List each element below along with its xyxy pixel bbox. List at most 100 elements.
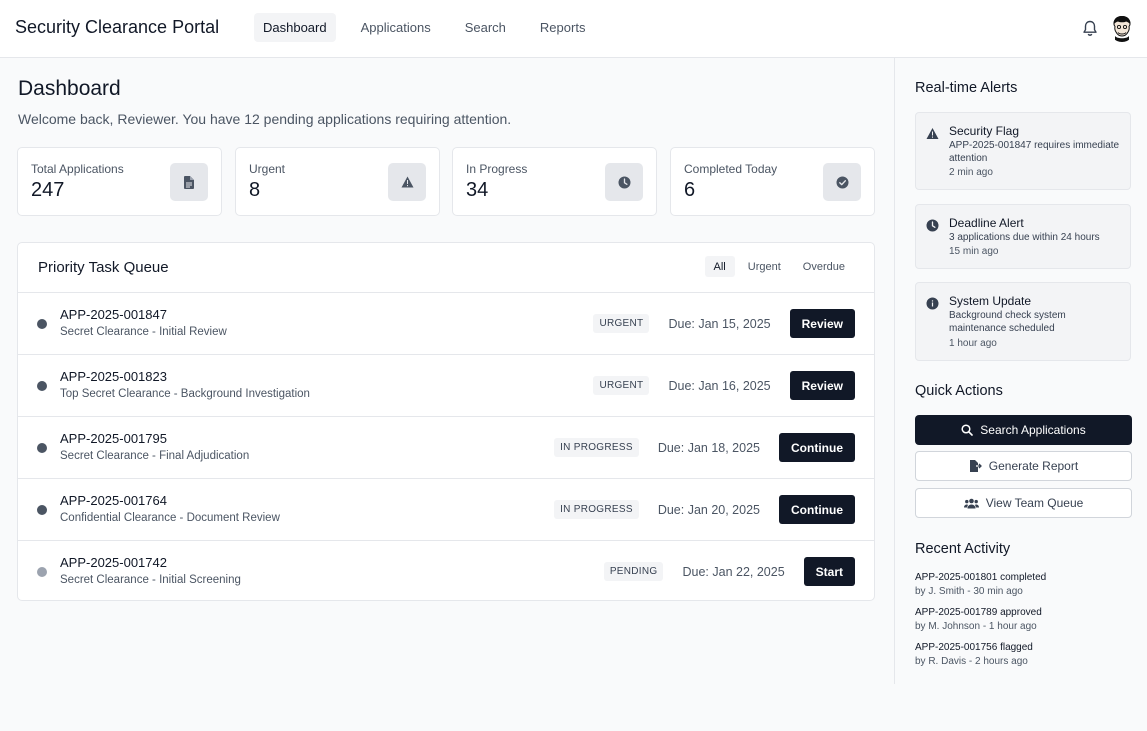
bell-icon[interactable] bbox=[1082, 20, 1098, 38]
status-dot bbox=[37, 567, 47, 577]
status-badge: URGENT bbox=[593, 376, 650, 395]
queue-row: APP-2025-001764 Confidential Clearance -… bbox=[18, 479, 874, 541]
nav-reports[interactable]: Reports bbox=[531, 13, 595, 42]
alert-title: Deadline Alert bbox=[949, 216, 1024, 230]
stat-card-urgent: Urgent 8 bbox=[235, 147, 440, 216]
start-button[interactable]: Start bbox=[803, 557, 855, 586]
stat-card-total: Total Applications 247 bbox=[17, 147, 222, 216]
activity-item: APP-2025-001756 flagged by R. Davis - 2 … bbox=[915, 642, 1033, 667]
status-badge: PENDING bbox=[603, 562, 664, 581]
alert-text: APP-2025-001847 requires immediate atten… bbox=[949, 140, 1120, 164]
status-dot bbox=[37, 381, 47, 391]
activity-title: APP-2025-001789 approved bbox=[915, 607, 1042, 618]
due-date: Due: Jan 15, 2025 bbox=[668, 316, 771, 331]
alert-time: 2 min ago bbox=[949, 167, 993, 178]
main-content: Dashboard Welcome back, Reviewer. You ha… bbox=[0, 58, 894, 684]
application-description: Secret Clearance - Initial Review bbox=[60, 326, 227, 338]
activity-item: APP-2025-001789 approved by M. Johnson -… bbox=[915, 607, 1042, 632]
review-button[interactable]: Review bbox=[789, 309, 855, 338]
queue-title: Priority Task Queue bbox=[38, 259, 169, 276]
alert-title: Security Flag bbox=[949, 124, 1020, 138]
file-export-icon bbox=[969, 460, 982, 472]
stat-label: In Progress bbox=[466, 162, 528, 176]
activity-item: APP-2025-001801 completed by J. Smith - … bbox=[915, 572, 1046, 597]
status-badge: IN PROGRESS bbox=[554, 438, 639, 457]
status-dot bbox=[37, 319, 47, 329]
activity-title: APP-2025-001801 completed bbox=[915, 572, 1047, 583]
application-id: APP-2025-001823 bbox=[60, 369, 167, 384]
status-badge: URGENT bbox=[593, 314, 650, 333]
alert-time: 1 hour ago bbox=[949, 338, 997, 349]
application-id: APP-2025-001742 bbox=[60, 555, 167, 570]
clock-icon bbox=[605, 163, 643, 201]
welcome-message: Welcome back, Reviewer. You have 12 pend… bbox=[18, 111, 512, 127]
due-date: Due: Jan 22, 2025 bbox=[682, 564, 785, 579]
queue-row: APP-2025-001847 Secret Clearance - Initi… bbox=[18, 293, 874, 355]
file-icon bbox=[170, 163, 208, 201]
application-description: Secret Clearance - Initial Screening bbox=[60, 574, 241, 586]
filter-overdue[interactable]: Overdue bbox=[794, 256, 854, 277]
nav-applications[interactable]: Applications bbox=[352, 13, 440, 42]
warning-icon bbox=[388, 163, 426, 201]
application-description: Secret Clearance - Final Adjudication bbox=[60, 450, 250, 462]
queue-filters: All Urgent Overdue bbox=[701, 256, 854, 277]
alert-text: 3 applications due within 24 hours bbox=[949, 232, 1100, 243]
user-avatar[interactable] bbox=[1109, 15, 1135, 42]
due-date: Due: Jan 20, 2025 bbox=[657, 502, 760, 517]
alerts-heading: Real-time Alerts bbox=[915, 80, 1018, 96]
quick-actions-heading: Quick Actions bbox=[915, 383, 1003, 399]
application-description: Top Secret Clearance - Background Invest… bbox=[60, 388, 310, 400]
stat-label: Completed Today bbox=[684, 162, 778, 176]
due-date: Due: Jan 16, 2025 bbox=[668, 378, 771, 393]
app-title: Security Clearance Portal bbox=[15, 17, 220, 37]
queue-row: APP-2025-001823 Top Secret Clearance - B… bbox=[18, 355, 874, 417]
stat-value: 247 bbox=[31, 179, 65, 201]
review-button[interactable]: Review bbox=[789, 371, 855, 400]
users-icon bbox=[963, 498, 979, 508]
alert-card[interactable]: Deadline Alert 3 applications due within… bbox=[915, 204, 1131, 269]
search-applications-button[interactable]: Search Applications bbox=[915, 415, 1132, 445]
stat-label: Urgent bbox=[249, 162, 286, 176]
nav-dashboard[interactable]: Dashboard bbox=[254, 13, 336, 42]
activity-meta: by J. Smith - 30 min ago bbox=[915, 586, 1023, 597]
activity-meta: by M. Johnson - 1 hour ago bbox=[915, 621, 1037, 632]
queue-row: APP-2025-001742 Secret Clearance - Initi… bbox=[18, 541, 874, 603]
queue-row: APP-2025-001795 Secret Clearance - Final… bbox=[18, 417, 874, 479]
search-icon bbox=[961, 424, 974, 436]
priority-task-queue: Priority Task Queue All Urgent Overdue A… bbox=[17, 242, 875, 601]
clock-icon bbox=[926, 219, 939, 232]
main-nav: Dashboard Applications Search Reports bbox=[254, 13, 604, 42]
info-icon bbox=[926, 297, 939, 310]
view-team-queue-button[interactable]: View Team Queue bbox=[915, 488, 1132, 518]
check-circle-icon bbox=[823, 163, 861, 201]
continue-button[interactable]: Continue bbox=[779, 433, 855, 462]
stat-label: Total Applications bbox=[31, 162, 124, 176]
button-label: View Team Queue bbox=[985, 496, 1084, 510]
warning-icon bbox=[926, 128, 939, 139]
due-date: Due: Jan 18, 2025 bbox=[657, 440, 760, 455]
stat-card-completed: Completed Today 6 bbox=[670, 147, 875, 216]
stat-value: 6 bbox=[684, 179, 696, 201]
top-navbar: Security Clearance Portal Dashboard Appl… bbox=[0, 0, 1147, 58]
alert-card[interactable]: System Update Background check system ma… bbox=[915, 282, 1131, 361]
filter-urgent[interactable]: Urgent bbox=[739, 256, 790, 277]
application-id: APP-2025-001764 bbox=[60, 493, 167, 508]
right-sidebar: Real-time Alerts Security Flag APP-2025-… bbox=[894, 58, 1147, 684]
continue-button[interactable]: Continue bbox=[779, 495, 855, 524]
activity-title: APP-2025-001756 flagged bbox=[915, 642, 1033, 653]
stat-card-in-progress: In Progress 34 bbox=[452, 147, 657, 216]
alert-time: 15 min ago bbox=[949, 246, 999, 257]
button-label: Search Applications bbox=[980, 423, 1086, 437]
generate-report-button[interactable]: Generate Report bbox=[915, 451, 1132, 481]
application-description: Confidential Clearance - Document Review bbox=[60, 512, 280, 524]
status-dot bbox=[37, 443, 47, 453]
alert-card[interactable]: Security Flag APP-2025-001847 requires i… bbox=[915, 112, 1131, 190]
alert-text: Background check system maintenance sche… bbox=[949, 310, 1066, 334]
button-label: Generate Report bbox=[988, 459, 1079, 473]
nav-search[interactable]: Search bbox=[456, 13, 515, 42]
page-title: Dashboard bbox=[18, 77, 121, 100]
application-id: APP-2025-001795 bbox=[60, 431, 167, 446]
filter-all[interactable]: All bbox=[704, 256, 735, 277]
alert-title: System Update bbox=[949, 294, 1032, 308]
recent-activity-heading: Recent Activity bbox=[915, 541, 1011, 557]
